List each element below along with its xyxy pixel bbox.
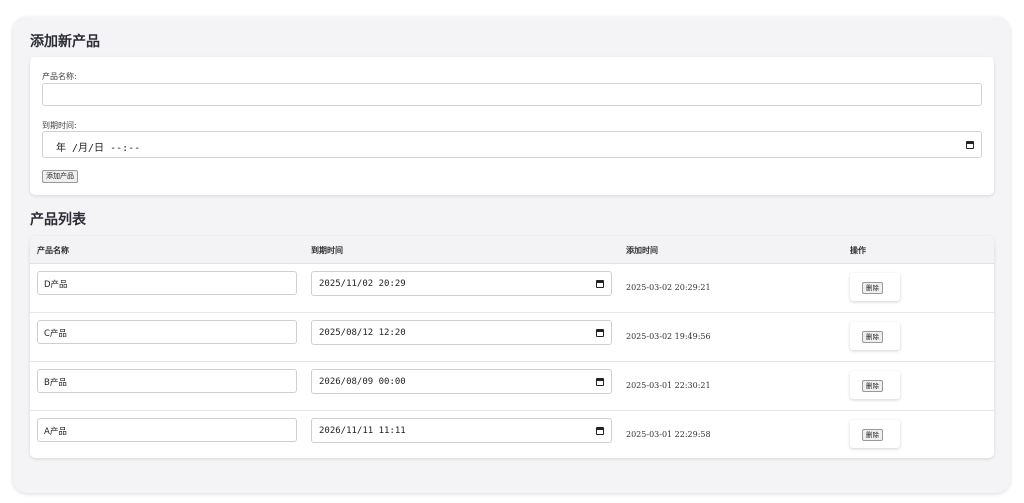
row-expiry-value: 2026/11/11 11:11 <box>319 426 406 436</box>
table-row: D产品 2025/11/02 20:29 2025-03-02 20:29:21… <box>30 264 994 313</box>
row-action-cell: 删除 <box>850 273 900 301</box>
product-table: 产品名称 到期时间 添加时间 操作 D产品 2025/11/02 20:29 2… <box>30 236 994 458</box>
row-added-time: 2025-03-01 22:29:58 <box>626 430 711 439</box>
expiry-date-input[interactable]: 年 /月/日 --:-- <box>42 131 982 158</box>
table-row: C产品 2025/08/12 12:20 2025-03-02 19:49:56… <box>30 313 994 362</box>
row-expiry-value: 2025/11/02 20:29 <box>319 279 406 289</box>
column-header-action: 操作 <box>850 246 866 255</box>
delete-button[interactable]: 删除 <box>862 429 883 441</box>
row-name-input[interactable]: B产品 <box>37 369 297 393</box>
row-expiry-input[interactable]: 2025/08/12 12:20 <box>311 320 612 345</box>
product-name-label: 产品名称: <box>42 72 77 81</box>
row-action-cell: 删除 <box>850 420 900 448</box>
row-added-time: 2025-03-02 20:29:21 <box>626 283 711 292</box>
calendar-icon[interactable] <box>596 378 604 386</box>
column-header-name: 产品名称 <box>37 246 69 255</box>
column-header-expiry: 到期时间 <box>311 246 343 255</box>
calendar-icon[interactable] <box>596 280 604 288</box>
column-header-added: 添加时间 <box>626 246 658 255</box>
calendar-icon[interactable] <box>966 141 974 149</box>
product-list-title: 产品列表 <box>30 212 86 228</box>
table-row: A产品 2026/11/11 11:11 2025-03-01 22:29:58… <box>30 411 994 458</box>
delete-button[interactable]: 删除 <box>862 331 883 343</box>
product-name-input[interactable] <box>42 83 982 106</box>
page-container: 添加新产品 产品名称: 到期时间: 年 /月/日 --:-- 添加产品 产品列表… <box>13 17 1010 493</box>
expiry-date-label: 到期时间: <box>42 121 77 130</box>
add-product-button[interactable]: 添加产品 <box>42 170 78 183</box>
add-product-title: 添加新产品 <box>30 34 100 50</box>
row-expiry-input[interactable]: 2026/11/11 11:11 <box>311 418 612 443</box>
row-action-cell: 删除 <box>850 322 900 350</box>
row-action-cell: 删除 <box>850 371 900 399</box>
delete-button[interactable]: 删除 <box>862 380 883 392</box>
calendar-icon[interactable] <box>596 329 604 337</box>
row-expiry-input[interactable]: 2026/08/09 00:00 <box>311 369 612 394</box>
row-added-time: 2025-03-02 19:49:56 <box>626 332 711 341</box>
table-row: B产品 2026/08/09 00:00 2025-03-01 22:30:21… <box>30 362 994 411</box>
row-expiry-input[interactable]: 2025/11/02 20:29 <box>311 271 612 296</box>
row-added-time: 2025-03-01 22:30:21 <box>626 381 711 390</box>
row-name-input[interactable]: D产品 <box>37 271 297 295</box>
row-expiry-value: 2025/08/12 12:20 <box>319 328 406 338</box>
table-header: 产品名称 到期时间 添加时间 操作 <box>30 236 994 264</box>
delete-button[interactable]: 删除 <box>862 282 883 294</box>
calendar-icon[interactable] <box>596 427 604 435</box>
add-product-form: 产品名称: 到期时间: 年 /月/日 --:-- 添加产品 <box>30 57 994 195</box>
row-expiry-value: 2026/08/09 00:00 <box>319 377 406 387</box>
expiry-date-placeholder: 年 /月/日 --:-- <box>56 143 141 154</box>
row-name-input[interactable]: C产品 <box>37 320 297 344</box>
row-name-input[interactable]: A产品 <box>37 418 297 442</box>
